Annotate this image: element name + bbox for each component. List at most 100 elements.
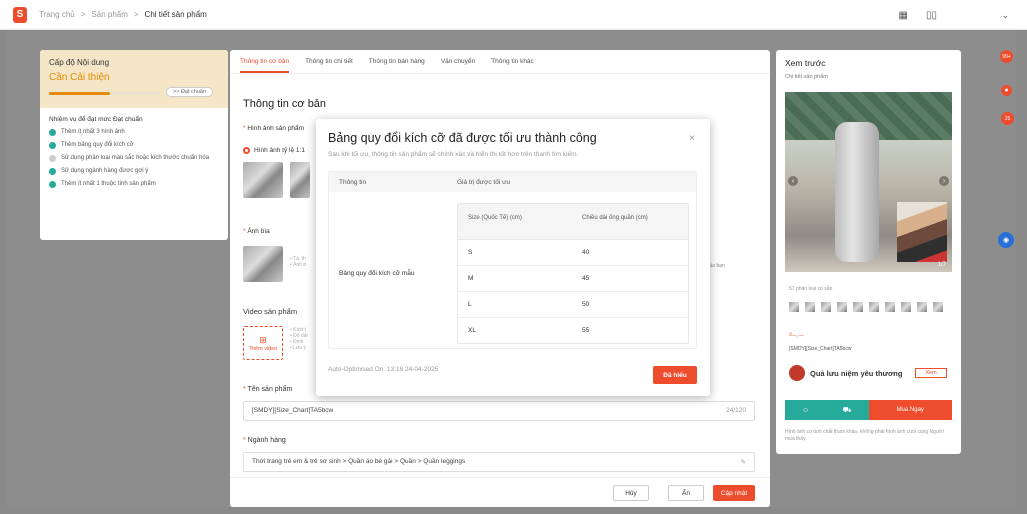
top-bar: S Trang chủ > Sản phẩm > Chi tiết sản ph… (0, 0, 1027, 30)
size-cell: S (468, 249, 473, 256)
size-header: Size (Quốc Tế) (cm) (468, 215, 522, 221)
breadcrumb-separator: > (133, 10, 139, 19)
task-item: Thêm ít nhất 3 hình ảnh (49, 129, 219, 136)
task-label: Thêm bảng quy đổi kích cỡ (61, 142, 134, 148)
tasks-title: Nhiệm vụ để đạt mức Đạt chuẩn (49, 116, 143, 123)
preview-card: Xem trước Chi tiết sản phẩm ‹ › 1/7 57 p… (776, 50, 961, 454)
images-label: * Hình ảnh sản phẩm (243, 125, 305, 132)
content-level-card: Cấp độ Nội dung Cần Cải thiện >> Đạt chu… (40, 50, 228, 240)
content-level-status: Cần Cải thiện (49, 72, 110, 83)
product-image-thumb[interactable] (243, 162, 283, 198)
view-shop-button: Xem (915, 368, 947, 378)
preview-title: Xem trước (785, 58, 826, 68)
shopee-logo-icon[interactable]: S (13, 6, 27, 23)
size-row: M 45 (458, 266, 688, 292)
task-label: Sử dụng ngành hàng được gợi ý (61, 168, 149, 174)
preview-note: Hình ảnh có tính chất tham khảo, không p… (785, 429, 944, 442)
size-chart-table: Size (Quốc Tế) (cm) Chiều dài ống quần (… (457, 203, 689, 344)
content-level-title: Cấp độ Nội dung (49, 58, 110, 67)
task-item: Sử dụng phân loại màu sắc hoặc kích thướ… (49, 155, 219, 162)
size-cell: XL (468, 327, 476, 334)
optimization-table: Thông tin Giá trị được tối ưu Bảng quy đ… (328, 171, 697, 349)
shop-row: Quả lưu niệm yêu thương Xem (789, 365, 947, 381)
hide-button[interactable]: Ẩn (668, 485, 704, 501)
shop-name: Quả lưu niệm yêu thương (810, 368, 903, 378)
task-label: Thêm ít nhất 1 thuộc tính sản phẩm (61, 181, 156, 187)
cover-label: * Ảnh bìa (243, 228, 270, 235)
auto-optimised-timestamp: Auto-Optimised On: 13:18 24-04-2025 (328, 366, 439, 373)
length-cell: 45 (582, 275, 590, 282)
size-row: S 40 (458, 240, 688, 266)
message-icon[interactable]: 25 (1001, 112, 1014, 125)
check-circle-icon (49, 129, 56, 136)
add-video-button[interactable]: ⊞ Thêm video (243, 326, 283, 360)
variant-count: 57 phân loại có sẵn (789, 286, 833, 292)
breadcrumb-separator: > (80, 10, 86, 19)
ratio-radio[interactable]: Hình ảnh tỷ lệ 1:1 (243, 147, 305, 154)
task-label: Thêm ít nhất 3 hình ảnh (61, 129, 125, 135)
edit-pencil-icon[interactable]: ✎ (741, 458, 746, 466)
task-item: Thêm bảng quy đổi kích cỡ (49, 142, 219, 149)
size-cell: L (468, 301, 472, 308)
book-icon[interactable]: ▯▯ (926, 10, 937, 21)
modal-title: Bảng quy đổi kích cỡ đã được tối ưu thàn… (328, 131, 597, 145)
tab-shipping[interactable]: Vận chuyển (441, 58, 475, 65)
breadcrumb-products[interactable]: Sản phẩm (91, 10, 127, 19)
col-value-header: Giá trị được tối ưu (457, 179, 511, 186)
breadcrumb-home[interactable]: Trang chủ (39, 10, 75, 19)
progress-fill (49, 92, 110, 95)
update-button[interactable]: Cập nhật (713, 485, 755, 501)
variant-thumbs (789, 302, 943, 312)
length-header: Chiều dài ống quần (cm) (582, 215, 648, 221)
chevron-right-icon[interactable]: › (939, 176, 949, 186)
preview-price: ₫--,--- (789, 333, 804, 339)
category-input[interactable]: Thời trang trẻ em & trẻ sơ sinh > Quần á… (243, 452, 755, 472)
length-cell: 50 (582, 301, 590, 308)
apps-grid-icon[interactable]: ▦ (899, 10, 908, 21)
tab-other-info[interactable]: Thông tin khác (491, 58, 534, 65)
cancel-button[interactable]: Hủy (613, 485, 649, 501)
size-row: XL 55 (458, 318, 688, 343)
product-image-thumb[interactable] (290, 162, 310, 198)
form-tabs: Thông tin cơ bản Thông tin chi tiết Thôn… (230, 50, 770, 74)
buy-now-button: Mua Ngay (868, 400, 952, 420)
length-cell: 40 (582, 249, 590, 256)
col-info-header: Thông tin (339, 179, 367, 186)
preview-product-name: [SMDY][Size_Chart]TA5bcw (789, 346, 852, 352)
video-hint: • Kích t • Độ dài • Định • Lưu ý (290, 327, 308, 351)
size-cell: M (468, 275, 474, 282)
size-row: L 50 (458, 292, 688, 318)
content-level-progress: >> Đạt chuẩn (49, 87, 219, 97)
preview-subtitle: Chi tiết sản phẩm (785, 74, 828, 80)
check-circle-icon (49, 181, 56, 188)
cover-hint: • Tá: th • Ánh b (290, 256, 307, 268)
assistant-bot-icon[interactable]: ◉ (998, 232, 1014, 248)
chat-bubble-icon[interactable]: ● (1001, 85, 1012, 96)
check-circle-icon (49, 142, 56, 149)
breadcrumb: Trang chủ > Sản phẩm > Chi tiết sản phẩm (39, 10, 207, 19)
breadcrumb-current: Chi tiết sản phẩm (144, 10, 207, 19)
preview-action-bar: ☺ ⛟ Mua Ngay (785, 400, 952, 420)
row-label: Bảng quy đổi kích cỡ mẫu (339, 270, 415, 277)
got-it-button[interactable]: Đã hiểu (653, 366, 697, 384)
size-chart-optimized-modal: Bảng quy đổi kích cỡ đã được tối ưu thàn… (316, 119, 710, 396)
cover-image-thumb[interactable] (243, 246, 283, 282)
product-name-input[interactable]: [SMDY][Size_Chart]TA5bcw 24/120 (243, 401, 755, 421)
tab-detail-info[interactable]: Thông tin chi tiết (305, 58, 353, 65)
tab-sales-info[interactable]: Thông tin bán hàng (369, 58, 425, 65)
close-icon[interactable]: × (689, 133, 695, 144)
tab-basic-info[interactable]: Thông tin cơ bản (240, 50, 290, 73)
chat-icon: ☺ (801, 406, 810, 414)
chevron-down-icon[interactable]: ⌄ (1001, 10, 1009, 21)
chevron-left-icon[interactable]: ‹ (788, 176, 798, 186)
task-item: Thêm ít nhất 1 thuộc tính sản phẩm (49, 181, 219, 188)
name-label: * Tên sản phẩm (243, 386, 293, 393)
check-circle-icon (49, 168, 56, 175)
pending-circle-icon (49, 155, 56, 162)
shop-avatar (789, 365, 805, 381)
form-footer: Hủy Ẩn Cập nhật (230, 477, 770, 507)
video-plus-icon: ⊞ (259, 334, 267, 345)
image-counter: 1/7 (937, 262, 946, 268)
preview-product-image: ‹ › 1/7 (785, 92, 952, 272)
notification-icon[interactable]: 99+ (1000, 50, 1013, 63)
